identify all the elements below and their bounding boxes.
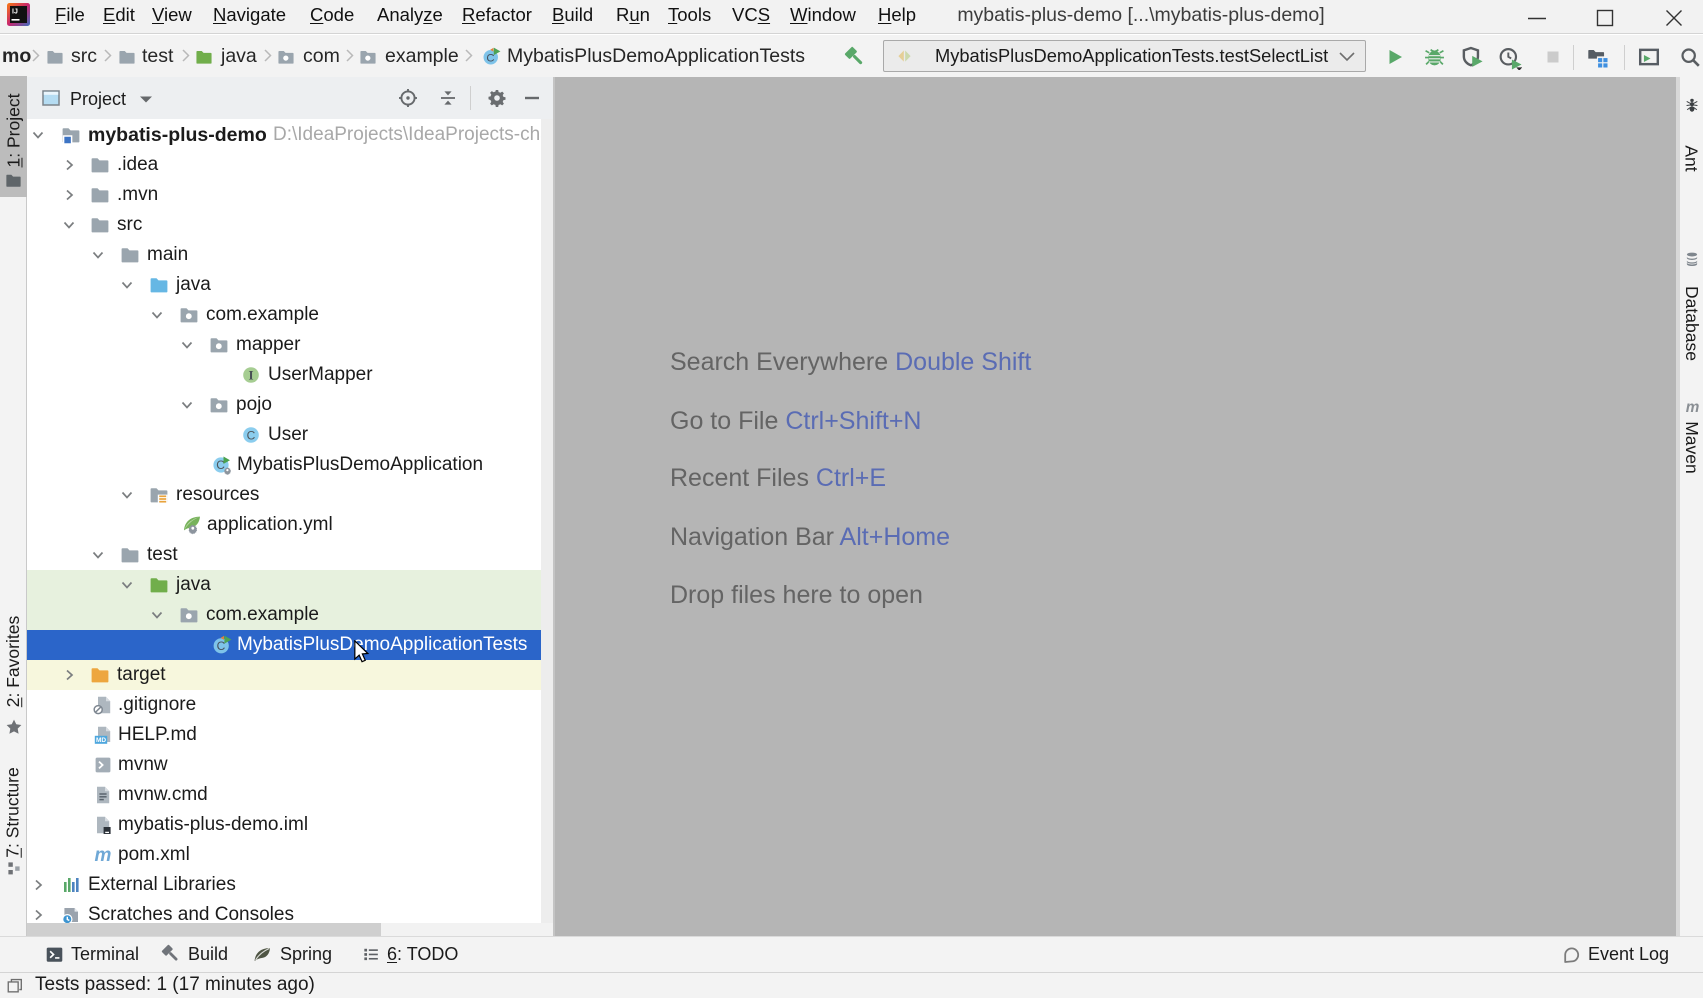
svg-text:IJ: IJ: [12, 9, 18, 16]
